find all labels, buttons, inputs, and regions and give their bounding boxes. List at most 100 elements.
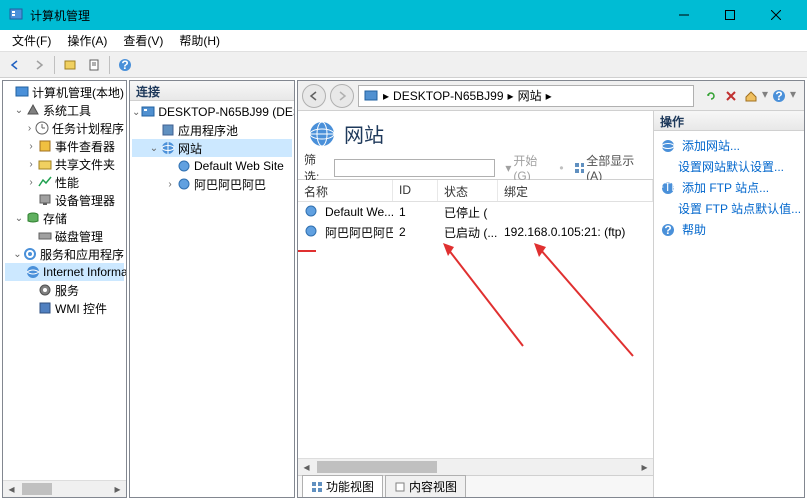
back-button[interactable] [4, 54, 26, 76]
grid-header: 名称 ID 状态 绑定 [298, 180, 653, 202]
site-icon [304, 224, 320, 240]
main-content: 网站 筛选: ▾ 开始(G) • 全部显示(A) 名称 ID 状态 绑定 [298, 111, 804, 497]
properties-button[interactable] [83, 54, 105, 76]
filter-show-all[interactable]: 全部显示(A) [570, 152, 647, 183]
tree-services-apps[interactable]: ⌄服务和应用程序 [5, 245, 124, 263]
grid-row[interactable]: Default We... 1 已停止 ( [298, 202, 653, 222]
toolbar: ? [0, 52, 807, 78]
addr-seg-host[interactable]: DESKTOP-N65BJ99 [391, 89, 506, 103]
tab-features[interactable]: 功能视图 [302, 475, 383, 497]
actions-panel: 操作 添加网站... 设置网站默认设置... FTP添加 FTP 站点... 设… [654, 111, 804, 497]
tree-services[interactable]: 服务 [5, 281, 124, 299]
tree-storage[interactable]: ⌄存储 [5, 209, 124, 227]
addr-seg-sites[interactable]: 网站 [516, 87, 544, 104]
forward-button[interactable] [28, 54, 50, 76]
addr-sep: ▸ [546, 89, 552, 103]
connections-panel: 连接 ⌄DESKTOP-N65BJ99 (DESKTOP 应用程序池 ⌄网站 D… [129, 80, 295, 498]
svg-text:?: ? [121, 58, 128, 72]
page-title-row: 网站 [298, 111, 653, 156]
col-status[interactable]: 状态 [438, 180, 498, 201]
svg-text:FTP: FTP [660, 180, 676, 194]
close-button[interactable] [753, 0, 799, 30]
col-id[interactable]: ID [393, 180, 438, 201]
tree-root[interactable]: 计算机管理(本地) [5, 83, 124, 101]
conn-app-pools[interactable]: 应用程序池 [132, 121, 292, 139]
tab-content[interactable]: 内容视图 [385, 475, 466, 497]
tree-wmi[interactable]: WMI 控件 [5, 299, 124, 317]
app-icon [8, 7, 24, 23]
action-help[interactable]: ?帮助 [658, 219, 800, 240]
addr-stop-icon[interactable] [722, 87, 740, 105]
tree-system-tools[interactable]: ⌄系统工具 [5, 101, 124, 119]
col-binding[interactable]: 绑定 [498, 180, 653, 201]
window-title: 计算机管理 [30, 7, 661, 24]
nav-forward-button[interactable] [330, 84, 354, 108]
conn-host[interactable]: ⌄DESKTOP-N65BJ99 (DESKTOP [132, 103, 292, 121]
menu-help[interactable]: 帮助(H) [171, 30, 228, 51]
action-site-defaults[interactable]: 设置网站默认设置... [658, 156, 800, 177]
server-icon [363, 88, 379, 104]
conn-sites[interactable]: ⌄网站 [132, 139, 292, 157]
tree-event-viewer[interactable]: ›事件查看器 [5, 137, 124, 155]
action-add-ftp[interactable]: FTP添加 FTP 站点... [658, 177, 800, 198]
conn-custom-site[interactable]: ›阿巴阿巴阿巴 [132, 175, 292, 193]
help-icon: ? [660, 222, 676, 238]
cell-name: Default We... [325, 205, 393, 219]
svg-text:?: ? [664, 223, 671, 237]
actions-list: 添加网站... 设置网站默认设置... FTP添加 FTP 站点... 设置 F… [654, 131, 804, 244]
tree-device-manager[interactable]: 设备管理器 [5, 191, 124, 209]
tree-iis[interactable]: Internet Informat [5, 263, 124, 281]
svg-text:?: ? [775, 89, 782, 103]
titlebar: 计算机管理 [0, 0, 807, 30]
menu-action[interactable]: 操作(A) [59, 30, 115, 51]
workspace: 计算机管理(本地) ⌄系统工具 ›任务计划程序 ›事件查看器 ›共享文件夹 ›性… [0, 78, 807, 500]
minimize-button[interactable] [661, 0, 707, 30]
main-panel: ▸ DESKTOP-N65BJ99 ▸ 网站 ▸ ▾ ? ▾ 网站 [297, 80, 805, 498]
tree-task-scheduler[interactable]: ›任务计划程序 [5, 119, 124, 137]
grid-row[interactable]: 阿巴阿巴阿巴 2 已启动 (... 192.168.0.105:21: (ftp… [298, 222, 653, 242]
sites-icon [308, 120, 336, 148]
menubar: 文件(F) 操作(A) 查看(V) 帮助(H) [0, 30, 807, 52]
tree-performance[interactable]: ›性能 [5, 173, 124, 191]
action-ftp-defaults[interactable]: 设置 FTP 站点默认值... [658, 198, 800, 219]
addr-sep: ▸ [508, 89, 514, 103]
address-tools: ▾ ? ▾ [698, 87, 800, 105]
col-name[interactable]: 名称 [298, 180, 393, 201]
cell-id: 1 [393, 204, 438, 220]
sites-grid: 名称 ID 状态 绑定 Default We... 1 已停止 ( 阿巴阿巴阿巴… [298, 180, 653, 458]
addr-sep: ▸ [383, 89, 389, 103]
conn-default-site[interactable]: Default Web Site [132, 157, 292, 175]
addr-refresh-icon[interactable] [702, 87, 720, 105]
left-hscrollbar[interactable]: ◂▸ [3, 480, 126, 497]
actions-header: 操作 [654, 111, 804, 131]
address-box[interactable]: ▸ DESKTOP-N65BJ99 ▸ 网站 ▸ [358, 85, 694, 107]
cell-status: 已启动 (... [438, 223, 498, 242]
filter-bar: 筛选: ▾ 开始(G) • 全部显示(A) [298, 156, 653, 180]
addr-help-icon[interactable]: ? [770, 87, 788, 105]
view-tabs: 功能视图 内容视图 [298, 475, 653, 497]
toolbar-btn-1[interactable] [59, 54, 81, 76]
cell-name: 阿巴阿巴阿巴 [325, 224, 393, 241]
center-column: 网站 筛选: ▾ 开始(G) • 全部显示(A) 名称 ID 状态 绑定 [298, 111, 654, 497]
filter-input[interactable] [334, 159, 495, 177]
mmc-tree: 计算机管理(本地) ⌄系统工具 ›任务计划程序 ›事件查看器 ›共享文件夹 ›性… [3, 81, 126, 480]
cell-id: 2 [393, 224, 438, 240]
tree-disk-management[interactable]: 磁盘管理 [5, 227, 124, 245]
tree-shared-folders[interactable]: ›共享文件夹 [5, 155, 124, 173]
connections-tree: ⌄DESKTOP-N65BJ99 (DESKTOP 应用程序池 ⌄网站 Defa… [130, 101, 294, 497]
menu-view[interactable]: 查看(V) [115, 30, 171, 51]
help-button[interactable]: ? [114, 54, 136, 76]
cell-binding: 192.168.0.105:21: (ftp) [498, 224, 653, 240]
addr-home-icon[interactable] [742, 87, 760, 105]
ftp-icon: FTP [660, 180, 676, 196]
left-panel: 计算机管理(本地) ⌄系统工具 ›任务计划程序 ›事件查看器 ›共享文件夹 ›性… [2, 80, 127, 498]
maximize-button[interactable] [707, 0, 753, 30]
nav-back-button[interactable] [302, 84, 326, 108]
address-bar: ▸ DESKTOP-N65BJ99 ▸ 网站 ▸ ▾ ? ▾ [298, 81, 804, 111]
grid-hscrollbar[interactable]: ◂▸ [298, 458, 653, 475]
action-add-website[interactable]: 添加网站... [658, 135, 800, 156]
site-icon [304, 204, 320, 220]
filter-go[interactable]: ▾ 开始(G) [501, 152, 553, 183]
connections-header: 连接 [130, 81, 294, 101]
menu-file[interactable]: 文件(F) [4, 30, 59, 51]
